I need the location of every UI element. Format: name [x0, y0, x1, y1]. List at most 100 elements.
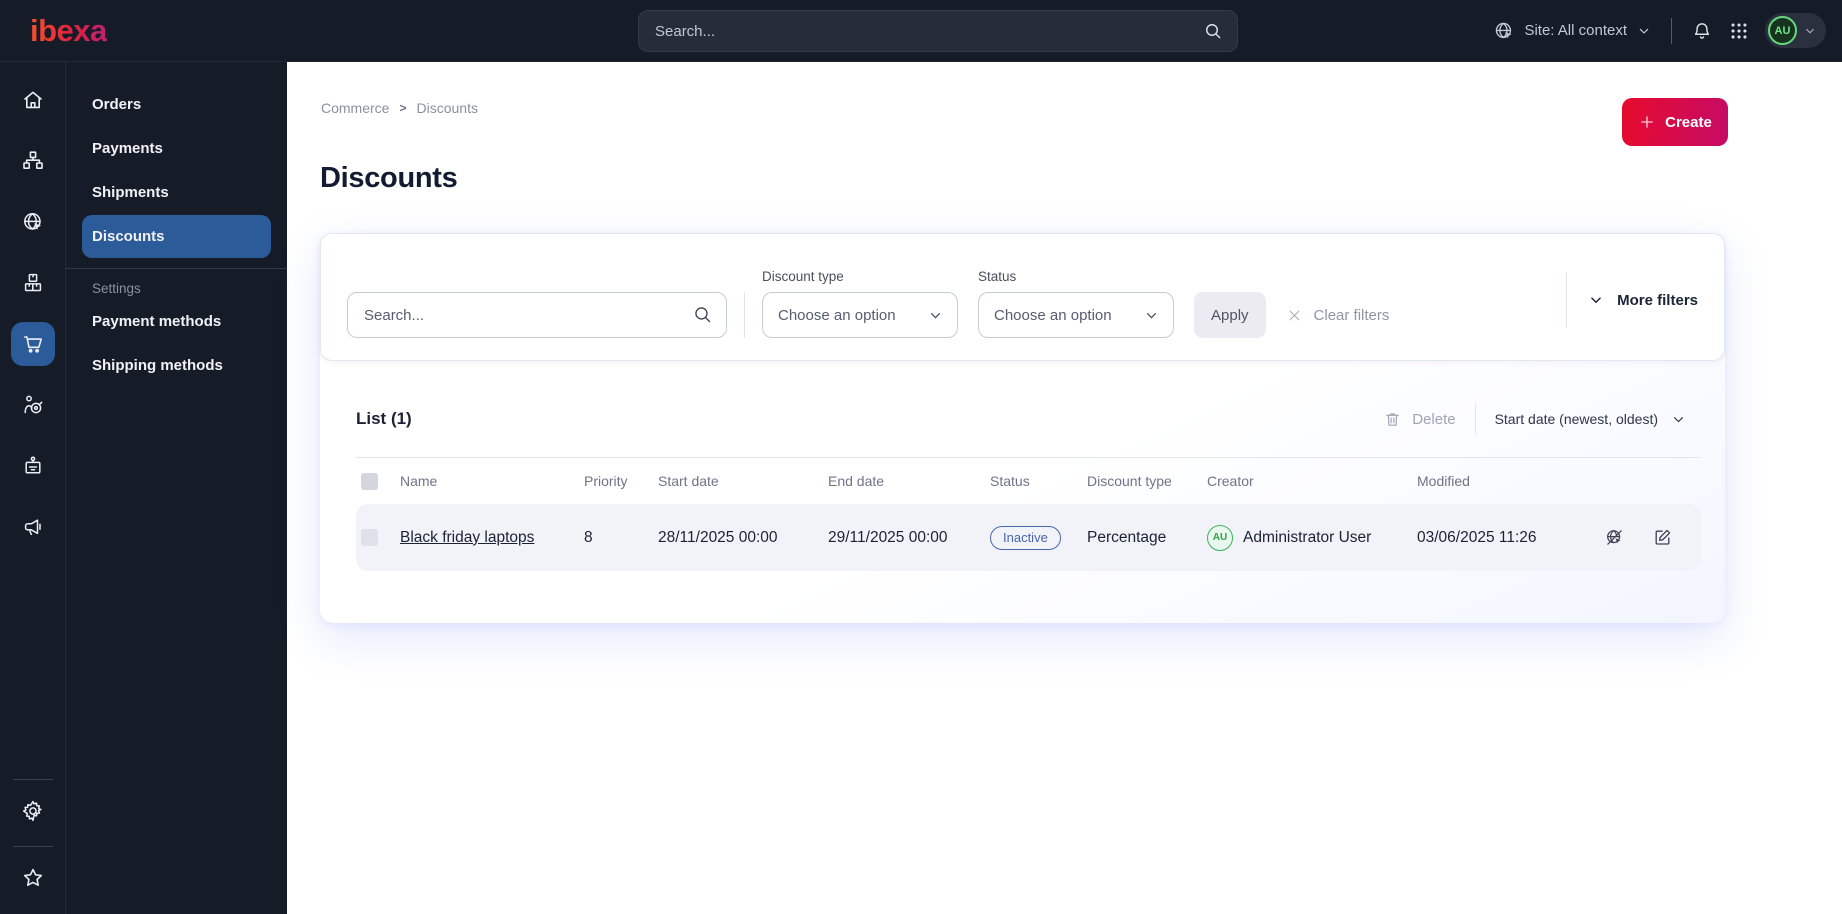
creator-name: Administrator User — [1243, 528, 1372, 546]
close-icon — [1286, 307, 1303, 324]
status-label: Status — [978, 269, 1017, 284]
rail-bottom-group — [0, 770, 65, 900]
ibexa-logo[interactable]: ibexa — [30, 15, 107, 46]
chevron-down-icon — [1143, 307, 1160, 324]
home-icon — [23, 91, 42, 109]
row-end-date: 29/11/2025 00:00 — [828, 528, 948, 546]
chevron-down-icon — [1803, 24, 1817, 38]
row-start-date: 28/11/2025 00:00 — [658, 528, 778, 546]
column-header-start-date: Start date — [658, 473, 719, 489]
status-filter: Status Choose an option — [978, 269, 1174, 338]
column-header-discount-type: Discount type — [1087, 473, 1172, 489]
site-context-label: Site: All context — [1524, 22, 1627, 39]
nav-item-shipping-methods[interactable]: Shipping methods — [82, 344, 271, 387]
sitemap-icon — [22, 151, 43, 169]
cart-icon — [23, 336, 42, 353]
status-select[interactable]: Choose an option — [978, 292, 1174, 338]
column-header-status: Status — [990, 473, 1030, 489]
global-search-input[interactable] — [655, 22, 1203, 40]
topbar-right-cluster: Site: All context AU — [1493, 13, 1826, 48]
nav-item-orders[interactable]: Orders — [82, 83, 271, 126]
delete-button[interactable]: Delete — [1383, 410, 1456, 429]
filter-divider — [744, 292, 745, 338]
row-checkbox[interactable] — [361, 529, 378, 546]
sidebar-item-commerce[interactable] — [10, 322, 55, 366]
main-content: Commerce > Discounts Create Discounts Di… — [287, 62, 1842, 914]
discount-type-filter: Discount type Choose an option — [762, 269, 958, 338]
nav-section-settings: Settings — [92, 281, 141, 296]
row-modified: 03/06/2025 11:26 — [1417, 528, 1537, 546]
nav-item-payment-methods[interactable]: Payment methods — [82, 300, 271, 343]
preview-disabled-icon — [1607, 530, 1622, 545]
column-header-name: Name — [400, 473, 438, 489]
column-header-end-date: End date — [828, 473, 885, 489]
column-header-modified: Modified — [1417, 473, 1470, 489]
breadcrumb-commerce[interactable]: Commerce — [321, 100, 389, 116]
rail-divider — [12, 779, 53, 780]
list-title: List (1) — [356, 409, 412, 428]
nav-divider — [66, 268, 287, 269]
sort-button[interactable]: Start date (newest, oldest) — [1495, 411, 1701, 428]
more-filters-button[interactable]: More filters — [1587, 291, 1698, 309]
sidebar-item-products[interactable] — [11, 261, 55, 305]
breadcrumb-discounts[interactable]: Discounts — [416, 100, 477, 116]
trash-icon — [1383, 410, 1402, 429]
sidebar-item-marketing[interactable] — [11, 505, 55, 549]
list-search-input[interactable] — [347, 292, 727, 338]
rail-divider — [12, 846, 53, 847]
list-header-divider — [1474, 403, 1476, 435]
globe-cursor-icon — [23, 213, 41, 230]
discount-name-link[interactable]: Black friday laptops — [400, 529, 534, 546]
search-icon — [1203, 21, 1223, 41]
breadcrumb: Commerce > Discounts — [321, 100, 478, 116]
sidebar-item-site[interactable] — [11, 200, 55, 244]
chevron-down-icon — [1636, 23, 1652, 39]
star-icon — [23, 868, 42, 886]
megaphone-icon — [24, 519, 41, 536]
sidebar-item-bookmarks[interactable] — [11, 856, 55, 900]
nav-item-payments[interactable]: Payments — [82, 127, 271, 170]
topbar-divider — [1671, 17, 1672, 44]
sidebar-item-sitemap[interactable] — [11, 139, 55, 183]
table-header-row: Name Priority Start date End date Status… — [356, 458, 1701, 504]
commerce-nav-panel: Orders Payments Shipments Discounts Sett… — [66, 62, 287, 914]
person-target-icon — [23, 395, 42, 414]
site-context-selector[interactable]: Site: All context — [1493, 20, 1652, 42]
icon-rail — [0, 62, 66, 914]
user-menu[interactable]: AU — [1765, 13, 1826, 48]
chevron-down-icon — [1587, 291, 1605, 309]
select-all-checkbox[interactable] — [361, 472, 378, 490]
row-actions — [1580, 527, 1701, 548]
creator-avatar: AU — [1207, 524, 1233, 551]
preview-disabled-button[interactable] — [1604, 527, 1625, 548]
page-title: Discounts — [320, 162, 458, 194]
sidebar-item-customers[interactable] — [11, 444, 55, 488]
row-discount-type: Percentage — [1087, 528, 1167, 546]
notifications-button[interactable] — [1691, 20, 1713, 42]
plus-icon — [1638, 113, 1656, 131]
sidebar-item-personalization[interactable] — [11, 383, 55, 427]
discount-type-label: Discount type — [762, 269, 844, 284]
clear-filters-button[interactable]: Clear filters — [1286, 292, 1389, 338]
list-header: List (1) Delete Start date (newest, olde… — [356, 403, 1701, 435]
boxes-icon — [24, 273, 41, 292]
app-grid-button[interactable] — [1728, 20, 1750, 42]
nav-item-discounts[interactable]: Discounts — [82, 215, 271, 258]
row-priority: 8 — [584, 528, 593, 546]
apply-button[interactable]: Apply — [1194, 292, 1266, 338]
top-bar: ibexa Site: All context AU — [0, 0, 1842, 62]
column-header-creator: Creator — [1207, 473, 1254, 489]
nav-item-shipments[interactable]: Shipments — [82, 171, 271, 214]
sidebar-item-settings[interactable] — [11, 789, 55, 833]
create-button[interactable]: Create — [1622, 98, 1728, 146]
more-filters-divider — [1566, 272, 1568, 328]
chevron-down-icon — [927, 307, 944, 324]
status-badge: Inactive — [990, 525, 1061, 550]
discount-type-select[interactable]: Choose an option — [762, 292, 958, 338]
edit-button[interactable] — [1652, 527, 1673, 548]
sidebar-item-home[interactable] — [11, 78, 55, 122]
chevron-down-icon — [1670, 411, 1687, 428]
filter-bar: Discount type Choose an option Status Ch… — [320, 233, 1725, 361]
global-search[interactable] — [638, 10, 1238, 52]
list-search[interactable] — [347, 292, 727, 338]
